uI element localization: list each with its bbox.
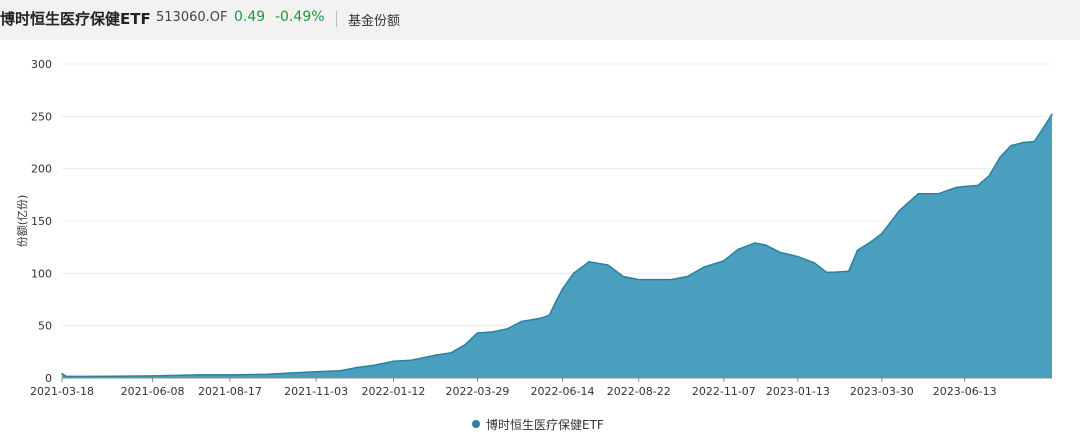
data-point xyxy=(737,248,740,251)
data-point xyxy=(548,314,551,317)
data-point xyxy=(1010,144,1012,147)
x-tick-label: 2023-03-30 xyxy=(850,385,914,398)
fund-share-chart: 050100150200250300 份额(亿份) 2021-03-18 2021… xyxy=(16,58,1053,432)
x-tick-label: 2021-06-08 xyxy=(121,385,185,398)
data-point xyxy=(410,359,412,362)
data-point xyxy=(588,261,590,263)
data-point xyxy=(520,320,523,323)
x-tick-label: 2022-08-22 xyxy=(607,385,671,398)
data-point xyxy=(555,300,557,303)
fund-name: 博时恒生医疗保健ETF xyxy=(0,10,151,28)
data-point xyxy=(450,352,452,354)
data-point xyxy=(1033,140,1036,143)
data-point xyxy=(955,186,957,189)
y-tick-label: 100 xyxy=(31,267,52,280)
data-point xyxy=(753,242,756,244)
data-point xyxy=(869,241,872,243)
x-tick-label: 2021-03-18 xyxy=(30,385,94,398)
data-point xyxy=(765,244,767,246)
data-point xyxy=(797,255,799,258)
x-tick-label: 2022-06-14 xyxy=(531,385,595,398)
data-point xyxy=(1051,113,1053,116)
legend-label: 博时恒生医疗保健ETF xyxy=(486,417,604,432)
data-point xyxy=(65,375,68,378)
fund-change: -0.49% xyxy=(275,9,325,25)
x-tick-label: 2023-01-13 xyxy=(766,385,830,398)
y-tick-label: 0 xyxy=(45,372,52,385)
fund-code: 513060.OF xyxy=(156,10,228,25)
data-point xyxy=(561,288,564,290)
data-point xyxy=(198,374,200,376)
y-tick-labels: 0 50 100 150 200 250 300 xyxy=(31,58,52,385)
data-point xyxy=(963,185,966,188)
data-point xyxy=(653,278,656,281)
x-tick-label: 2021-11-03 xyxy=(284,385,348,398)
data-point xyxy=(999,156,1001,158)
data-point xyxy=(506,328,509,330)
data-point xyxy=(1044,123,1047,126)
metric-label: 基金份额 xyxy=(348,14,401,29)
data-point xyxy=(856,249,859,252)
y-tick-label: 150 xyxy=(31,215,52,228)
data-point xyxy=(435,354,438,356)
data-point xyxy=(1022,141,1025,144)
x-tick-label: 2022-01-12 xyxy=(362,385,426,398)
data-point xyxy=(917,192,920,195)
x-tick-label: 2021-08-17 xyxy=(198,385,262,398)
data-point xyxy=(266,373,269,376)
y-tick-label: 250 xyxy=(31,110,52,123)
series-area xyxy=(62,114,1052,378)
data-point xyxy=(847,270,850,273)
data-point xyxy=(315,370,317,373)
data-point xyxy=(607,264,609,266)
data-point xyxy=(937,192,939,195)
data-point xyxy=(825,271,828,274)
data-point xyxy=(464,343,467,346)
data-point xyxy=(988,175,990,177)
legend-marker xyxy=(472,420,480,428)
x-tick-label: 2022-11-07 xyxy=(692,385,756,398)
y-axis-label: 份额(亿份) xyxy=(16,195,29,248)
data-point xyxy=(833,271,836,274)
y-tick-label: 300 xyxy=(31,58,52,71)
data-point xyxy=(294,371,296,374)
data-point xyxy=(637,278,640,281)
data-point xyxy=(572,272,575,275)
fund-price: 0.49 xyxy=(234,9,266,25)
data-point xyxy=(492,331,494,333)
data-point xyxy=(476,332,479,334)
data-point xyxy=(356,366,358,369)
header-divider xyxy=(336,11,337,27)
data-point xyxy=(339,369,342,372)
data-point xyxy=(61,373,63,375)
data-point xyxy=(539,317,542,320)
data-point xyxy=(813,262,816,264)
data-point xyxy=(703,266,705,268)
data-point xyxy=(372,364,375,367)
data-point xyxy=(723,259,725,262)
data-point xyxy=(92,375,94,378)
data-point xyxy=(622,275,625,278)
data-point xyxy=(881,232,883,235)
data-point xyxy=(977,184,979,187)
x-tick-label: 2023-06-13 xyxy=(933,385,997,398)
data-point xyxy=(151,375,154,377)
x-tick-label: 2022-03-29 xyxy=(445,385,509,398)
chart-header: 博时恒生医疗保健ETF 513060.OF 0.49 -0.49% 基金份额 xyxy=(0,0,1080,40)
data-point xyxy=(392,360,395,363)
data-point xyxy=(898,209,901,212)
x-tick-labels: 2021-03-18 2021-06-08 2021-08-17 2021-11-03… xyxy=(30,378,997,398)
data-point xyxy=(686,275,689,278)
data-point xyxy=(229,374,231,376)
data-point xyxy=(779,251,781,254)
y-tick-label: 50 xyxy=(38,320,52,333)
y-tick-label: 200 xyxy=(31,163,52,176)
data-point xyxy=(670,278,672,281)
